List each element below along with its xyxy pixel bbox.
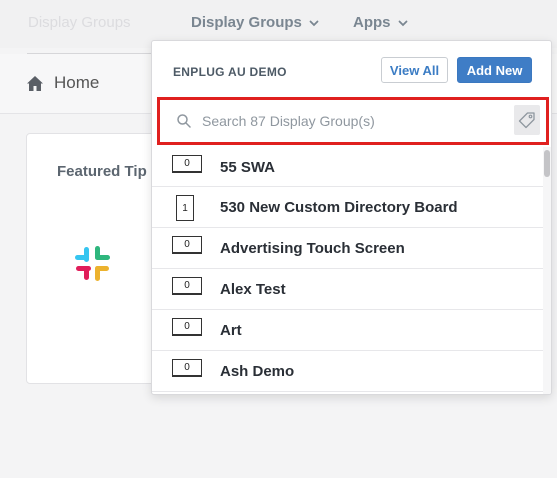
- display-count-badge: 0: [172, 277, 202, 295]
- nav-faded-item: Display Groups: [28, 14, 131, 31]
- breadcrumb-home-label: Home: [54, 73, 100, 92]
- add-new-button[interactable]: Add New: [457, 57, 532, 83]
- nav-display-groups[interactable]: Display Groups: [191, 14, 320, 31]
- chevron-down-icon: [398, 20, 407, 26]
- list-item-label: Advertising Touch Screen: [220, 240, 405, 257]
- list-item[interactable]: 0 Art: [152, 310, 545, 351]
- list-item-label: Art: [220, 322, 242, 339]
- card-title: Featured Tip: [57, 163, 147, 180]
- search-icon: [177, 114, 191, 128]
- search-highlight: [157, 97, 549, 145]
- list-item-label: Alex Test: [220, 281, 286, 298]
- home-icon: [27, 75, 43, 91]
- dropdown-header: ENPLUG AU DEMO View All Add New: [152, 41, 551, 95]
- list-item[interactable]: 0 Ash Demo: [152, 351, 545, 392]
- nav-display-groups-label: Display Groups: [191, 14, 302, 31]
- list-item-label: 530 New Custom Directory Board: [220, 199, 458, 216]
- list-item[interactable]: 0 55 SWA: [152, 147, 545, 187]
- nav-apps[interactable]: Apps: [353, 14, 409, 31]
- display-count-badge: 1: [176, 195, 194, 221]
- tag-filter-button[interactable]: [514, 105, 540, 135]
- chevron-down-icon: [309, 20, 319, 26]
- display-group-list: 0 55 SWA 1 530 New Custom Directory Boar…: [152, 147, 545, 394]
- display-count-badge: 0: [172, 236, 202, 254]
- org-name: ENPLUG AU DEMO: [173, 65, 287, 79]
- list-item[interactable]: 0 Alex Test: [152, 269, 545, 310]
- list-item-label: Ash Demo: [220, 363, 295, 380]
- search-box: [163, 103, 543, 139]
- list-item[interactable]: 1 530 New Custom Directory Board: [152, 187, 545, 228]
- list-scrollbar[interactable]: [543, 147, 551, 394]
- view-all-button[interactable]: View All: [381, 57, 448, 83]
- slack-logo: [75, 246, 110, 281]
- display-count-badge: 0: [172, 359, 202, 377]
- list-item[interactable]: 0 Advertising Touch Screen: [152, 228, 545, 269]
- search-input[interactable]: [202, 113, 492, 129]
- breadcrumb-home[interactable]: Home: [26, 73, 99, 93]
- display-count-badge: 0: [172, 318, 202, 336]
- nav-apps-label: Apps: [353, 14, 391, 31]
- list-item-label: 55 SWA: [220, 159, 276, 176]
- display-count-badge: 0: [172, 155, 202, 173]
- scrollbar-thumb[interactable]: [544, 150, 550, 177]
- display-groups-dropdown: ENPLUG AU DEMO View All Add New 0 55 SWA…: [151, 40, 552, 395]
- tag-icon: [518, 112, 535, 129]
